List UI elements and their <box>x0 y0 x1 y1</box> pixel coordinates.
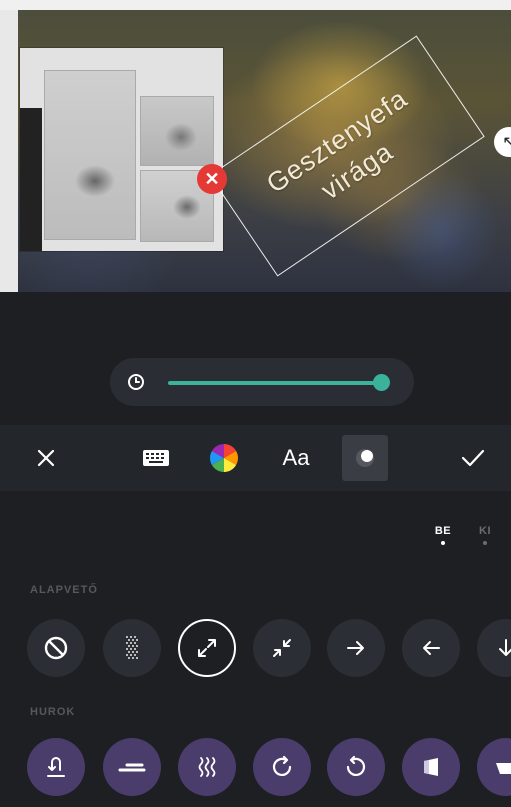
section-label-basic: ALAPVETŐ <box>30 584 98 596</box>
loop-wave-button[interactable] <box>178 738 236 796</box>
collage-photo <box>140 96 214 166</box>
anchor-bounce-icon <box>47 757 65 777</box>
arrow-down-icon <box>499 639 511 656</box>
font-button[interactable]: Aa <box>274 425 318 491</box>
animation-slide-left-button[interactable] <box>402 619 460 677</box>
toggle-off-label: KI <box>479 525 491 537</box>
shrink-icon <box>273 639 291 657</box>
close-icon: ✕ <box>204 168 220 189</box>
loop-bounce-button[interactable] <box>27 738 85 796</box>
loop-rotate-ccw-button[interactable] <box>327 738 385 796</box>
animation-none-button[interactable] <box>27 619 85 677</box>
animation-shrink-button[interactable] <box>253 619 311 677</box>
collage-edge <box>20 108 42 251</box>
toggle-on-label: BE <box>434 525 452 537</box>
toggle-off[interactable]: KI <box>474 525 496 545</box>
color-wheel-icon <box>210 444 238 472</box>
arrow-right-icon <box>347 641 364 655</box>
resize-arrow-icon: ↖ <box>502 134 511 151</box>
color-picker-button[interactable] <box>206 425 242 491</box>
partial-icon <box>496 763 511 774</box>
photo-canvas[interactable]: Gesztenyefa virága ✕ ↖ <box>0 0 511 292</box>
arrow-left-icon <box>423 641 440 655</box>
close-button[interactable] <box>28 425 64 491</box>
opacity-button[interactable] <box>342 435 388 481</box>
section-label-loop: HUROK <box>30 706 76 718</box>
expand-icon <box>198 639 216 657</box>
flag-icon <box>424 758 438 776</box>
keyboard-icon <box>143 450 169 466</box>
none-icon <box>44 636 68 660</box>
animation-slide-right-button[interactable] <box>327 619 385 677</box>
loop-slide-button[interactable] <box>103 738 161 796</box>
opacity-icon <box>356 449 374 467</box>
loop-flag-button[interactable] <box>402 738 460 796</box>
delete-sticker-button[interactable]: ✕ <box>197 164 227 194</box>
photo-collage-sticker[interactable] <box>20 48 223 251</box>
close-icon <box>37 449 55 467</box>
text-toolbar: Aa <box>0 425 511 491</box>
fade-icon <box>126 636 138 659</box>
slider-track[interactable] <box>168 381 384 385</box>
duration-slider[interactable] <box>110 358 414 406</box>
toggle-indicator <box>441 541 445 545</box>
collage-photo <box>44 70 136 240</box>
font-label: Aa <box>282 445 310 470</box>
wave-icon <box>198 757 216 777</box>
slider-thumb[interactable] <box>373 374 390 391</box>
keyboard-button[interactable] <box>136 425 176 491</box>
rotate-cw-icon <box>272 755 292 776</box>
resize-rotate-handle[interactable]: ↖ <box>494 127 511 157</box>
slide-icon <box>118 763 146 772</box>
done-button[interactable] <box>455 425 491 491</box>
rotate-ccw-icon <box>346 755 366 776</box>
animation-expand-button[interactable] <box>178 619 236 677</box>
loop-rotate-cw-button[interactable] <box>253 738 311 796</box>
check-icon <box>461 449 485 467</box>
toggle-indicator <box>483 541 487 545</box>
toggle-on[interactable]: BE <box>432 525 454 545</box>
animation-fade-button[interactable] <box>103 619 161 677</box>
clock-icon <box>128 374 144 390</box>
